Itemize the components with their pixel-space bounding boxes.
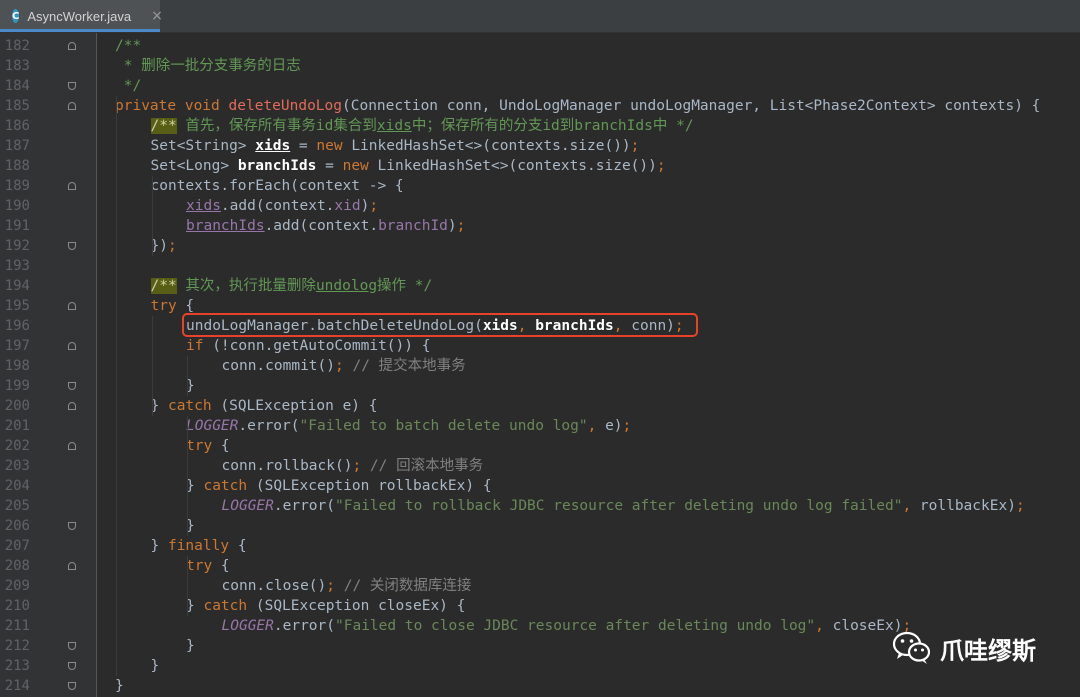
code-line: /** 其次，执行批量删除undolog操作 */	[150, 278, 433, 294]
java-class-icon: C	[12, 9, 20, 23]
code-line: conn.rollback(); // 回滚本地事务	[221, 458, 484, 474]
code-line: Set<String> xids = new LinkedHashSet<>(c…	[150, 138, 640, 154]
code-line: * 删除一批分支事务的日志	[115, 58, 301, 74]
code-line: LOGGER.error("Failed to rollback JDBC re…	[221, 498, 1025, 514]
line-number: 209	[4, 578, 30, 594]
code-line: } catch (SQLException e) {	[150, 398, 378, 414]
line-number: 189	[4, 178, 30, 194]
tab-label: AsyncWorker.java	[27, 8, 132, 24]
code-line: conn.close(); // 关闭数据库连接	[221, 578, 472, 594]
line-number: 187	[4, 138, 30, 154]
code-line: conn.commit(); // 提交本地事务	[221, 358, 466, 374]
line-number: 197	[4, 338, 30, 354]
code-line: /**	[115, 38, 142, 54]
fold-marker-icon[interactable]	[66, 336, 78, 356]
line-number: 211	[4, 618, 30, 634]
code-line: Set<Long> branchIds = new LinkedHashSet<…	[150, 158, 666, 174]
close-icon[interactable]: ×	[151, 8, 163, 24]
line-number: 201	[4, 418, 30, 434]
fold-marker-icon[interactable]	[66, 396, 78, 416]
wechat-icon	[892, 630, 932, 666]
editor-tab-bar: C AsyncWorker.java ×	[0, 0, 1080, 33]
line-number: 203	[4, 458, 30, 474]
indent-guide	[187, 556, 188, 616]
line-number: 188	[4, 158, 30, 174]
line-number: 210	[4, 598, 30, 614]
fold-marker-icon[interactable]	[66, 656, 78, 676]
indent-guide	[151, 316, 153, 416]
indent-guide	[187, 356, 188, 396]
code-line: */	[115, 78, 142, 94]
code-editor[interactable]: /** * 删除一批分支事务的日志 */ private void deleteU…	[97, 33, 1080, 697]
code-line: if (!conn.getAutoCommit()) {	[186, 338, 431, 354]
code-line: } finally {	[150, 538, 247, 554]
code-line: }	[115, 678, 124, 694]
code-line: /** 首先，保存所有事务id集合到xids中；保存所有的分支id到branch…	[150, 118, 694, 134]
line-number: 198	[4, 358, 30, 374]
line-number: 194	[4, 278, 30, 294]
code-line: try {	[186, 558, 230, 574]
code-line: contexts.forEach(context -> {	[150, 178, 404, 194]
active-tab-indicator	[0, 29, 160, 32]
highlight-annotation-box	[182, 313, 698, 337]
code-line: branchIds.add(context.branchId);	[186, 218, 466, 234]
line-number: 196	[4, 318, 30, 334]
fold-marker-icon[interactable]	[66, 96, 78, 116]
code-line: LOGGER.error("Failed to close JDBC resou…	[221, 618, 912, 634]
code-line: LOGGER.error("Failed to batch delete und…	[186, 418, 632, 434]
line-number: 207	[4, 538, 30, 554]
fold-marker-icon[interactable]	[66, 516, 78, 536]
line-number: 204	[4, 478, 30, 494]
line-number: 202	[4, 438, 30, 454]
code-line: try {	[186, 438, 230, 454]
code-line: });	[150, 238, 177, 254]
watermark-text: 爪哇缪斯	[940, 636, 1036, 665]
tab-asyncworker-java[interactable]: C AsyncWorker.java ×	[0, 0, 163, 32]
line-number: 205	[4, 498, 30, 514]
line-number: 190	[4, 198, 30, 214]
fold-marker-icon[interactable]	[66, 376, 78, 396]
fold-marker-icon[interactable]	[66, 236, 78, 256]
line-number: 213	[4, 658, 30, 674]
line-number: 184	[4, 78, 30, 94]
indent-guide	[187, 416, 188, 536]
indent-guide	[151, 176, 153, 256]
fold-marker-icon[interactable]	[66, 556, 78, 576]
code-line: }	[186, 638, 195, 654]
line-number: 200	[4, 398, 30, 414]
fold-marker-icon[interactable]	[66, 436, 78, 456]
line-number: 192	[4, 238, 30, 254]
fold-marker-icon[interactable]	[66, 676, 78, 696]
line-number: 193	[4, 258, 30, 274]
line-number: 186	[4, 118, 30, 134]
code-line: }	[150, 658, 160, 674]
line-number: 185	[4, 98, 30, 114]
line-number: 212	[4, 638, 30, 654]
line-number: 183	[4, 58, 30, 74]
fold-marker-icon[interactable]	[66, 296, 78, 316]
line-number: 182	[4, 38, 30, 54]
code-line: } catch (SQLException rollbackEx) {	[186, 478, 492, 494]
line-number: 206	[4, 518, 30, 534]
line-number: 208	[4, 558, 30, 574]
line-number: 199	[4, 378, 30, 394]
line-number: 195	[4, 298, 30, 314]
indent-guide	[116, 96, 117, 676]
fold-marker-icon[interactable]	[66, 36, 78, 56]
code-line: private void deleteUndoLog(Connection co…	[115, 98, 1041, 114]
fold-marker-icon[interactable]	[66, 176, 78, 196]
fold-marker-icon[interactable]	[66, 76, 78, 96]
watermark: 爪哇缪斯	[892, 628, 1072, 668]
line-number-gutter: 182 183 184 185 186 187 188 189 190 191 192 193 194 1…	[0, 33, 97, 697]
code-line: xids.add(context.xid);	[186, 198, 379, 214]
fold-marker-icon[interactable]	[66, 636, 78, 656]
code-line: } catch (SQLException closeEx) {	[186, 598, 466, 614]
line-number: 214	[4, 678, 30, 694]
line-number: 191	[4, 218, 30, 234]
